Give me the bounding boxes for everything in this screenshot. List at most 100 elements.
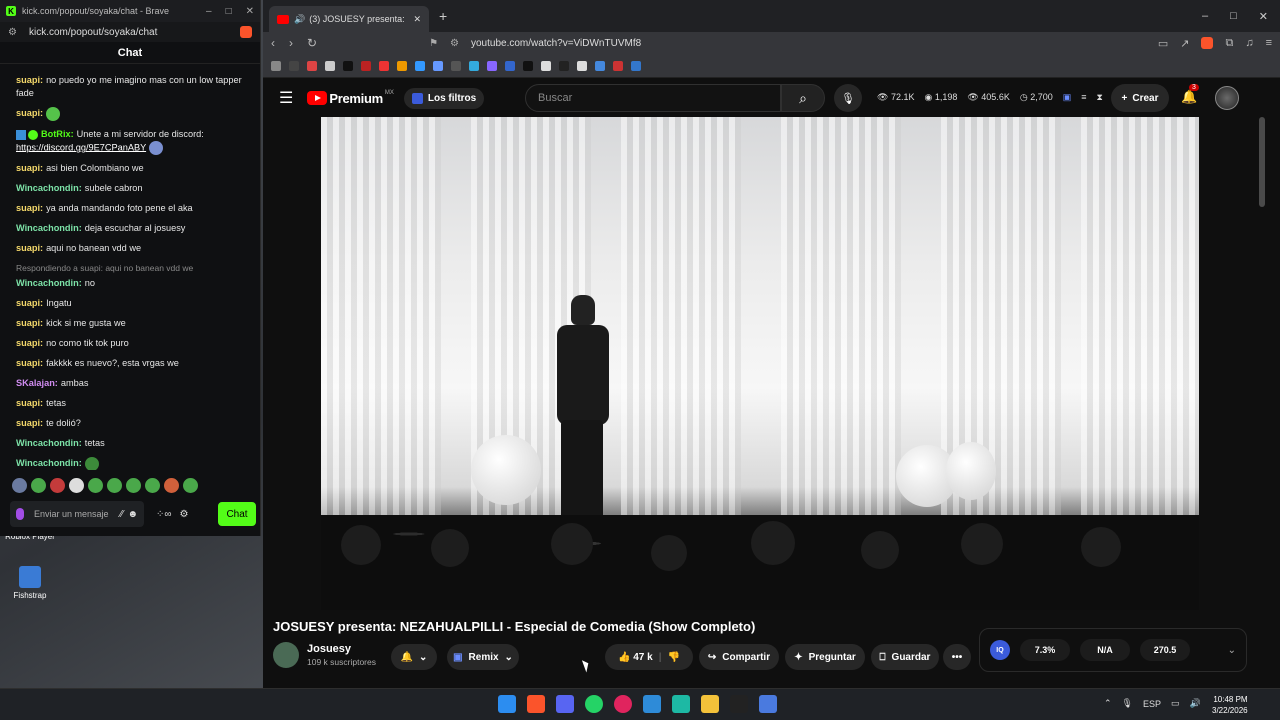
bookmark-icon[interactable]: [487, 60, 497, 71]
app-icon[interactable]: [672, 695, 690, 713]
close-icon[interactable]: ✕: [246, 6, 254, 17]
iq-icon[interactable]: ▣: [1063, 92, 1072, 103]
tab-close-icon[interactable]: ✕: [413, 14, 421, 25]
bookmark-icon[interactable]: [541, 60, 551, 71]
minimize-icon[interactable]: –: [1202, 10, 1208, 23]
like-button[interactable]: 👍 47 k: [618, 652, 653, 663]
discord-link[interactable]: https://discord.gg/9E7CPanABY: [16, 142, 146, 152]
whatsapp-icon[interactable]: [585, 695, 603, 713]
maximize-icon[interactable]: □: [1230, 10, 1237, 23]
folder-icon[interactable]: [701, 695, 719, 713]
share-icon[interactable]: ↗: [1180, 37, 1189, 50]
chevron-up-icon[interactable]: ⌃: [1104, 698, 1112, 709]
media-icon[interactable]: ♫: [1245, 37, 1253, 50]
emote-icon[interactable]: [145, 478, 160, 493]
channel-info[interactable]: Josuesy 109 k suscriptores: [273, 642, 376, 668]
bookmark-icon[interactable]: [505, 60, 515, 71]
avatar[interactable]: [1215, 86, 1239, 110]
volume-icon[interactable]: 🔊: [1190, 698, 1201, 709]
extensions-icon[interactable]: ⧉: [1225, 37, 1233, 50]
commands-icon[interactable]: ⁄⁄: [120, 509, 123, 520]
youtube-logo[interactable]: Premium MX: [307, 90, 394, 106]
search-input[interactable]: Buscar: [525, 84, 781, 112]
mic-icon[interactable]: 🎙: [1122, 698, 1133, 709]
channel-avatar[interactable]: [273, 642, 299, 668]
bookmark-icon[interactable]: [559, 60, 569, 71]
emote-icon[interactable]: [31, 478, 46, 493]
subscription-bell-button[interactable]: 🔔 ⌄: [391, 644, 437, 670]
bookmark-icon[interactable]: [451, 60, 461, 71]
bookmark-icon[interactable]: [397, 60, 407, 71]
emote-icon[interactable]: [69, 478, 84, 493]
users-icon[interactable]: ⁘∞: [156, 509, 172, 520]
bookmark-icon[interactable]: [523, 60, 533, 71]
desktop-icon-fishstrap[interactable]: Fishstrap: [0, 566, 60, 600]
site-settings-icon[interactable]: ⚙: [450, 38, 459, 49]
speaker-icon[interactable]: 🔊: [294, 14, 305, 25]
emote-icon[interactable]: [164, 478, 179, 493]
notes-icon[interactable]: [643, 695, 661, 713]
chat-message-input[interactable]: Enviar un mensaje ⁄⁄ ☻: [10, 501, 144, 527]
chevron-down-icon[interactable]: ⌄: [1228, 645, 1236, 656]
cast-icon[interactable]: ▭: [1158, 37, 1168, 50]
music-icon[interactable]: [614, 695, 632, 713]
emote-icon[interactable]: [183, 478, 198, 493]
search-button[interactable]: ⌕: [781, 84, 825, 112]
bookmark-icon[interactable]: [361, 60, 371, 71]
dislike-button[interactable]: 👎: [668, 652, 680, 663]
channel-name[interactable]: Josuesy: [307, 643, 376, 655]
bookmark-icon[interactable]: [631, 60, 641, 71]
reload-icon[interactable]: ↻: [307, 36, 317, 50]
notifications-button[interactable]: 🔔 3: [1181, 84, 1199, 105]
forward-icon[interactable]: ›: [289, 36, 293, 50]
chat-settings-icon[interactable]: ⚙: [180, 509, 189, 520]
close-icon[interactable]: ✕: [1259, 10, 1268, 23]
apps-icon[interactable]: [271, 60, 281, 71]
network-icon[interactable]: ▭: [1171, 698, 1180, 709]
brave-shield-icon[interactable]: [240, 26, 252, 38]
bookmark-icon[interactable]: [415, 60, 425, 71]
emote-icon[interactable]: [107, 478, 122, 493]
discord-icon[interactable]: [556, 695, 574, 713]
emote-icon[interactable]: [12, 478, 27, 493]
voice-search-button[interactable]: 🎙: [834, 84, 862, 112]
emote-icon[interactable]: [88, 478, 103, 493]
bookmark-icon[interactable]: [343, 60, 353, 71]
filters-button[interactable]: Los filtros: [403, 87, 485, 109]
menu-icon[interactable]: ≡: [1266, 37, 1272, 50]
chat-send-button[interactable]: Chat: [218, 502, 256, 526]
video-player[interactable]: [321, 117, 1199, 610]
site-settings-icon[interactable]: ⚙: [8, 27, 17, 38]
bookmark-icon[interactable]: [433, 60, 443, 71]
clock[interactable]: 10:48 PM 3/22/2026: [1212, 694, 1248, 716]
app-icon[interactable]: [730, 695, 748, 713]
bookmark-icon[interactable]: [325, 60, 335, 71]
emote-icon[interactable]: [126, 478, 141, 493]
create-button[interactable]: + Crear: [1111, 84, 1169, 112]
share-button[interactable]: ↪ Compartir: [699, 644, 779, 670]
menu-icon[interactable]: ☰: [279, 88, 293, 108]
iq-icon[interactable]: IQ: [990, 640, 1010, 660]
address-bar[interactable]: ⚑ ⚙ youtube.com/watch?v=ViDWnTUVMf8: [429, 38, 1158, 49]
new-tab-icon[interactable]: +: [439, 8, 447, 24]
bookmark-icon[interactable]: [289, 60, 299, 71]
bookmark-icon[interactable]: [613, 60, 623, 71]
emoji-icon[interactable]: ☻: [127, 509, 138, 520]
scrollbar[interactable]: [1259, 117, 1265, 207]
timer-icon[interactable]: ⧗: [1097, 92, 1103, 103]
bookmark-icon[interactable]: [307, 60, 317, 71]
save-button[interactable]: ⎕ Guardar: [871, 644, 939, 670]
queue-icon[interactable]: ≡: [1081, 92, 1086, 103]
bookmark-icon[interactable]: [595, 60, 605, 71]
emote-icon[interactable]: [50, 478, 65, 493]
brave-icon[interactable]: [527, 695, 545, 713]
ask-button[interactable]: ✦ Preguntar: [785, 644, 865, 670]
minimize-icon[interactable]: –: [206, 6, 212, 17]
chat-address-bar[interactable]: ⚙ kick.com/popout/soyaka/chat: [0, 22, 260, 42]
bookmark-icon[interactable]: [469, 60, 479, 71]
mic-icon[interactable]: [16, 508, 24, 520]
tab-youtube[interactable]: 🔊 (3) JOSUESY presenta: NEZAHUALPILLI ✕: [269, 6, 429, 32]
remix-button[interactable]: ▣ Remix ⌄: [447, 644, 519, 670]
back-icon[interactable]: ‹: [271, 36, 275, 50]
start-icon[interactable]: [498, 695, 516, 713]
